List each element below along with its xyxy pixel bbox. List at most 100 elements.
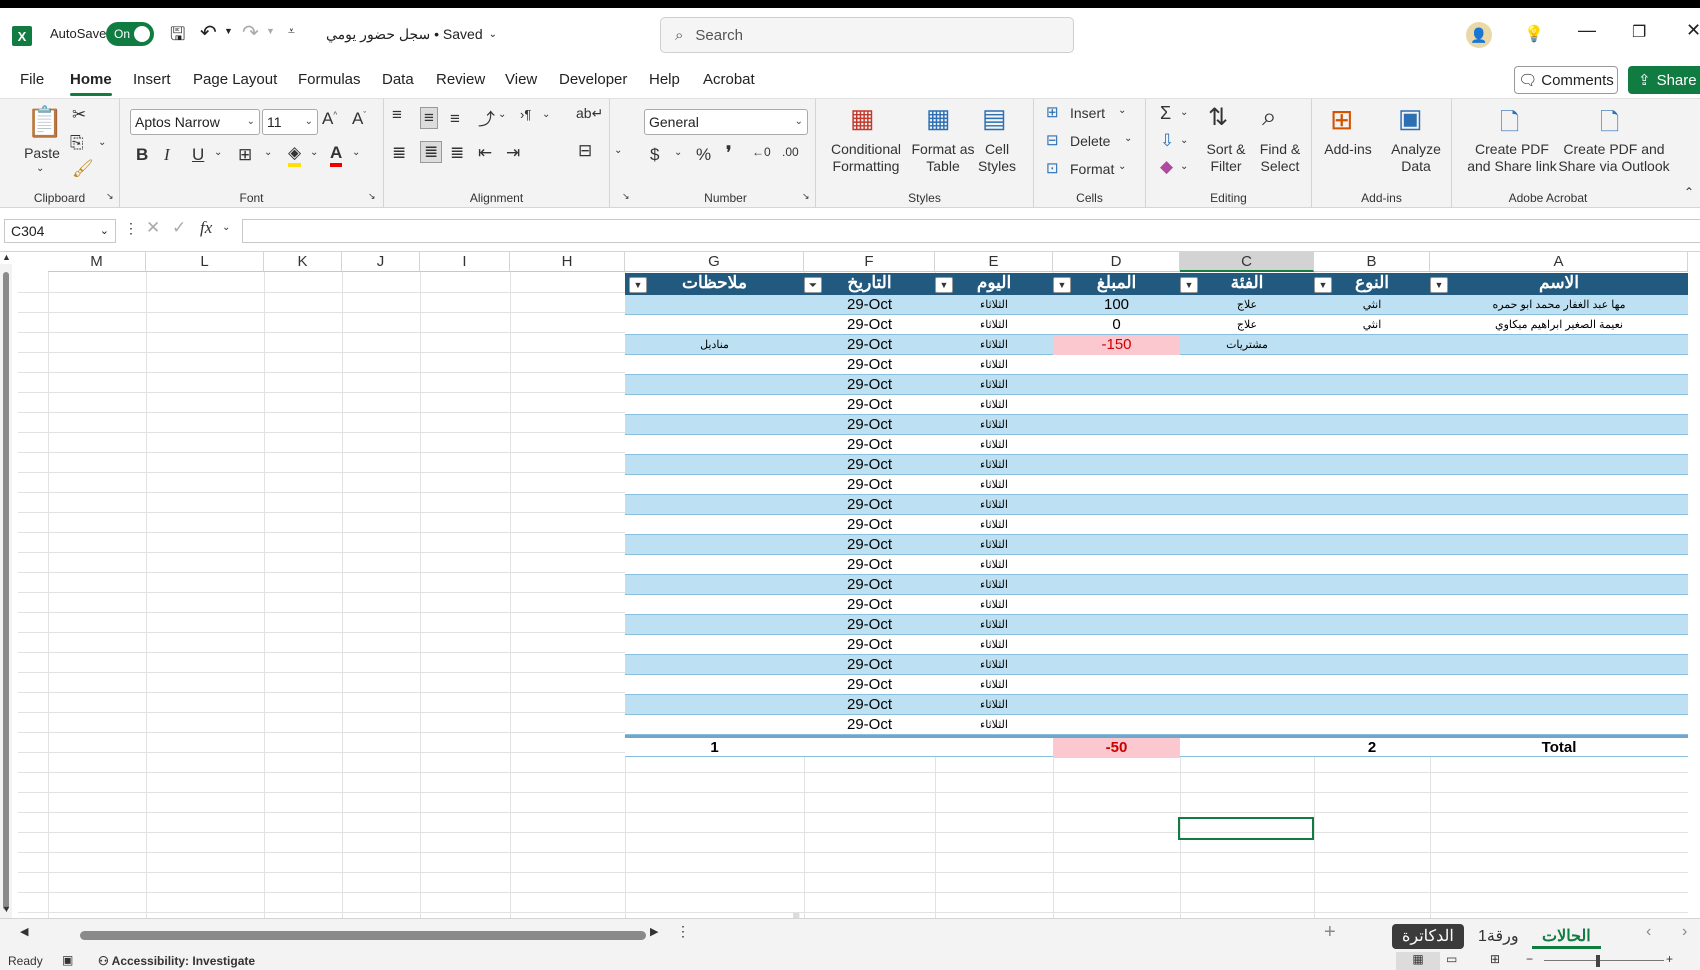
cell-name[interactable] <box>1430 555 1688 575</box>
cell-day[interactable]: الثلاثاء <box>935 675 1053 695</box>
insert-dropdown-icon[interactable]: ⌄ <box>1118 105 1126 116</box>
cell-category[interactable] <box>1180 555 1314 575</box>
table-row[interactable]: 29-Oct الثلاثاء <box>625 575 1688 595</box>
cell-type[interactable] <box>1314 555 1430 575</box>
fill-icon[interactable]: ⇩ <box>1160 131 1174 151</box>
decrease-decimal-icon[interactable]: .00 <box>782 145 799 159</box>
sheet-tab-cases[interactable]: الحالات <box>1532 924 1601 949</box>
align-center-icon[interactable]: ≣ <box>420 141 443 163</box>
cell-name[interactable] <box>1430 435 1688 455</box>
col-header-f[interactable]: F <box>804 252 935 272</box>
cell-date[interactable]: 29-Oct <box>804 675 935 695</box>
number-format-select[interactable]: General ⌄ <box>644 109 808 135</box>
active-cell[interactable] <box>1178 817 1314 840</box>
customize-toolbar-icon[interactable]: ⩡ <box>288 24 295 39</box>
cell-day[interactable]: الثلاثاء <box>935 575 1053 595</box>
menu-help[interactable]: Help <box>649 71 680 88</box>
font-color-dropdown-icon[interactable]: ⌄ <box>352 147 360 158</box>
cell-name[interactable] <box>1430 675 1688 695</box>
table-row[interactable]: 29-Oct الثلاثاء <box>625 715 1688 735</box>
col-header-j[interactable]: J <box>342 252 420 272</box>
cell-date[interactable]: 29-Oct <box>804 715 935 735</box>
cell-category[interactable] <box>1180 375 1314 395</box>
total-notes[interactable]: 1 <box>625 738 804 758</box>
filter-day-icon[interactable]: ▼ <box>935 277 953 293</box>
cell-amount[interactable] <box>1053 355 1180 375</box>
cell-type[interactable] <box>1314 655 1430 675</box>
cell-type[interactable] <box>1314 455 1430 475</box>
cell-date[interactable]: 29-Oct <box>804 655 935 675</box>
currency-icon[interactable]: $ <box>650 145 659 165</box>
col-header-e[interactable]: E <box>935 252 1053 272</box>
cell-date[interactable]: 29-Oct <box>804 315 935 335</box>
cell-category[interactable] <box>1180 495 1314 515</box>
cell-name[interactable]: نعيمة الصغير ابراهيم ميكاوي <box>1430 315 1688 335</box>
worksheet-grid[interactable]: ▲ ▼ M L K J I H G F E D C B A ملاحظات ال… <box>0 252 1700 918</box>
cell-notes[interactable] <box>625 455 804 475</box>
total-name[interactable]: Total <box>1430 738 1688 758</box>
cell-category[interactable] <box>1180 595 1314 615</box>
cell-name[interactable] <box>1430 475 1688 495</box>
scroll-left-icon[interactable]: ◀ <box>20 925 28 938</box>
cell-day[interactable]: الثلاثاء <box>935 515 1053 535</box>
cell-day[interactable]: الثلاثاء <box>935 415 1053 435</box>
cell-type[interactable] <box>1314 355 1430 375</box>
cell-name[interactable] <box>1430 395 1688 415</box>
cell-category[interactable] <box>1180 455 1314 475</box>
merge-dropdown-icon[interactable]: ⌄ <box>614 145 622 156</box>
cell-name[interactable] <box>1430 415 1688 435</box>
align-right-icon[interactable]: ≣ <box>450 143 464 163</box>
cell-day[interactable]: الثلاثاء <box>935 495 1053 515</box>
page-layout-view-icon[interactable]: ▭ <box>1446 952 1457 966</box>
table-row[interactable]: 29-Oct الثلاثاء <box>625 555 1688 575</box>
delete-cells-button[interactable]: Delete <box>1070 133 1110 150</box>
cell-amount[interactable] <box>1053 435 1180 455</box>
cell-amount[interactable] <box>1053 615 1180 635</box>
zoom-slider-thumb[interactable] <box>1596 955 1600 967</box>
restore-icon[interactable]: ❐ <box>1632 22 1646 42</box>
text-direction-dropdown-icon[interactable]: ⌄ <box>542 109 550 120</box>
cell-type[interactable] <box>1314 615 1430 635</box>
cell-notes[interactable] <box>625 495 804 515</box>
cell-category[interactable] <box>1180 695 1314 715</box>
decrease-font-icon[interactable]: Aˇ <box>352 109 366 129</box>
col-header-b[interactable]: B <box>1314 252 1430 272</box>
cell-day[interactable]: الثلاثاء <box>935 335 1053 355</box>
cell-name[interactable] <box>1430 355 1688 375</box>
cell-day[interactable]: الثلاثاء <box>935 555 1053 575</box>
table-row[interactable]: 29-Oct الثلاثاء <box>625 535 1688 555</box>
font-size-select[interactable]: 11 ⌄ <box>262 109 318 135</box>
more-options-icon[interactable]: ⋮ <box>676 923 690 940</box>
cell-amount[interactable]: 100 <box>1053 295 1180 315</box>
comments-button[interactable]: 🗨 Comments <box>1514 66 1618 94</box>
cell-date[interactable]: 29-Oct <box>804 375 935 395</box>
total-type[interactable]: 2 <box>1314 738 1430 758</box>
cell-category[interactable] <box>1180 575 1314 595</box>
font-color-icon[interactable]: A <box>330 143 343 167</box>
cell-type[interactable] <box>1314 335 1430 355</box>
cell-notes[interactable] <box>625 355 804 375</box>
menu-acrobat[interactable]: Acrobat <box>703 71 755 88</box>
cell-amount[interactable] <box>1053 495 1180 515</box>
filter-type-icon[interactable]: ▼ <box>1314 277 1332 293</box>
cell-type[interactable] <box>1314 695 1430 715</box>
sort-filter-button[interactable]: Sort & Filter <box>1198 141 1254 175</box>
paste-icon[interactable]: 📋 <box>26 105 63 140</box>
filter-notes-icon[interactable]: ▼ <box>629 277 647 293</box>
cell-category[interactable] <box>1180 415 1314 435</box>
col-header-g[interactable]: G <box>625 252 804 272</box>
cell-category[interactable]: علاج <box>1180 295 1314 315</box>
cell-notes[interactable] <box>625 315 804 335</box>
format-cells-button[interactable]: Format <box>1070 161 1114 178</box>
copy-dropdown-icon[interactable]: ⌄ <box>98 137 106 148</box>
cell-type[interactable] <box>1314 375 1430 395</box>
filter-name-icon[interactable]: ▼ <box>1430 277 1448 293</box>
cell-category[interactable] <box>1180 355 1314 375</box>
cell-name[interactable] <box>1430 615 1688 635</box>
autosave-toggle[interactable]: On <box>106 22 154 46</box>
cell-day[interactable]: الثلاثاء <box>935 375 1053 395</box>
cell-date[interactable]: 29-Oct <box>804 635 935 655</box>
zoom-out-icon[interactable]: − <box>1526 952 1533 966</box>
cell-day[interactable]: الثلاثاء <box>935 635 1053 655</box>
cell-name[interactable] <box>1430 595 1688 615</box>
